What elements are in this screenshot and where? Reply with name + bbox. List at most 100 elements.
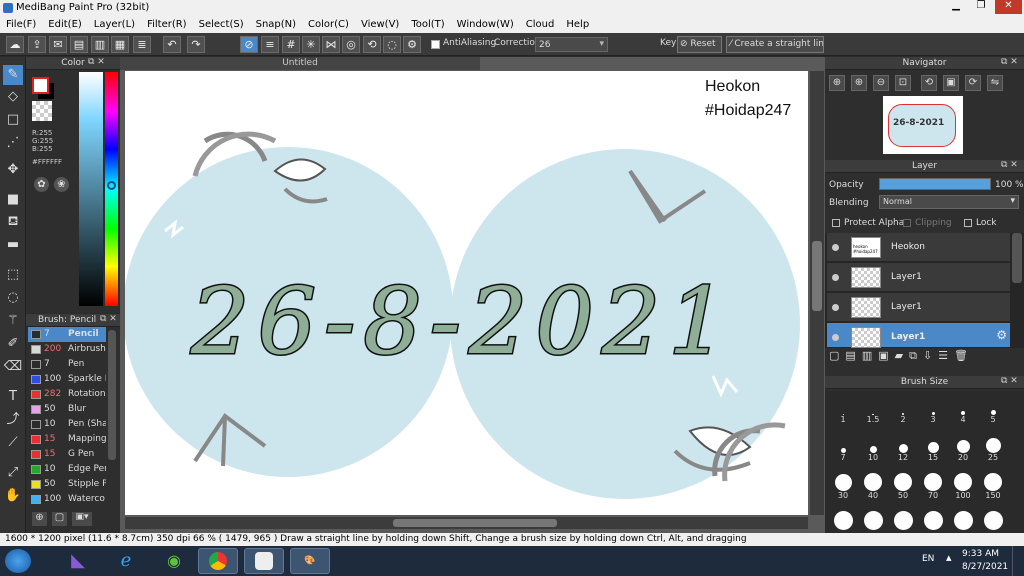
zoom-minus-icon[interactable]: ⊖: [873, 75, 889, 91]
document-tab[interactable]: Untitled: [120, 57, 480, 70]
fit-icon[interactable]: ▣: [943, 75, 959, 91]
layer-settings-icon[interactable]: ⚙: [996, 328, 1007, 342]
ellipse-snap-icon[interactable]: ◌: [383, 36, 401, 53]
brush-size-option[interactable]: 1: [829, 395, 857, 424]
vertical-scroll-thumb[interactable]: [812, 241, 822, 311]
saturation-brightness-field[interactable]: [79, 72, 103, 306]
new-file-icon[interactable]: ▤: [70, 36, 88, 53]
layer-popout-icon[interactable]: ⧉ ✕: [1001, 160, 1018, 170]
reset-button[interactable]: ⊘ Reset: [677, 36, 722, 53]
brush-size-option[interactable]: 20: [949, 433, 977, 462]
materials-icon[interactable]: ▦: [111, 36, 129, 53]
cloud-icon[interactable]: ☁: [6, 36, 24, 53]
perspective-snap-icon[interactable]: ⋈: [322, 36, 340, 53]
layer-row-selected[interactable]: Layer1 ⚙: [827, 323, 1010, 348]
move-tool-icon[interactable]: ✥: [3, 160, 23, 180]
protect-alpha-checkbox[interactable]: [832, 219, 840, 227]
navigator-popout-icon[interactable]: ⧉ ✕: [1001, 57, 1018, 67]
brush-size-option[interactable]: 10: [859, 433, 887, 462]
menu-window[interactable]: Window(W): [451, 16, 520, 33]
brush-list-item[interactable]: 7 Pencil: [28, 327, 106, 342]
radial-snap-icon[interactable]: ✳: [302, 36, 320, 53]
brush-size-popout-icon[interactable]: ⧉ ✕: [1001, 376, 1018, 386]
menu-cloud[interactable]: Cloud: [520, 16, 561, 33]
hue-slider-handle[interactable]: [107, 181, 116, 190]
brush-list-item[interactable]: 10 Edge Pen: [28, 462, 106, 477]
grid-snap-icon[interactable]: #: [282, 36, 300, 53]
brush-size-option[interactable]: 70: [919, 471, 947, 500]
bucket-tool-icon[interactable]: ⛾: [3, 212, 23, 232]
correction-select[interactable]: 26 ▾: [535, 37, 608, 52]
layer-row[interactable]: heokon #hoidap247 Heokon: [827, 233, 1010, 262]
brush-size-option[interactable]: 100: [949, 471, 977, 500]
lasso-tool-icon[interactable]: ◌: [3, 288, 23, 308]
restore-icon[interactable]: ❐: [970, 0, 992, 14]
brush-size-option[interactable]: 150: [979, 471, 1007, 500]
dot-tool-icon[interactable]: ⋰: [3, 133, 23, 153]
fill-rect-tool-icon[interactable]: ■: [3, 190, 23, 210]
blending-select[interactable]: Normal ▾: [879, 195, 1019, 209]
brush-size-option[interactable]: 30: [829, 471, 857, 500]
circle-snap-icon[interactable]: ◎: [342, 36, 360, 53]
brush-size-option[interactable]: 15: [919, 433, 947, 462]
popout-icon[interactable]: ⧉ ✕: [88, 57, 105, 67]
visual-studio-icon[interactable]: ◣: [58, 548, 98, 574]
select-eraser-tool-icon[interactable]: ⌫: [3, 357, 23, 377]
brush-size-option[interactable]: 4: [949, 395, 977, 424]
rotate-left-icon[interactable]: ⟲: [921, 75, 937, 91]
horizontal-scrollbar[interactable]: [125, 517, 808, 529]
menu-tool[interactable]: Tool(T): [405, 16, 450, 33]
shape-tool-icon[interactable]: □: [3, 110, 23, 130]
brush-list-scrollbar[interactable]: [108, 330, 116, 460]
canvas-paper[interactable]: 26-8-2021 Heokon #Hoidap247: [125, 71, 808, 515]
snap-off-icon[interactable]: ⊘: [240, 36, 258, 53]
clipping-checkbox[interactable]: [903, 219, 911, 227]
brush-size-option[interactable]: 5: [979, 395, 1007, 424]
text-tool-icon[interactable]: T: [3, 387, 23, 407]
brush-list-item[interactable]: 282 Rotation: [28, 387, 106, 402]
brush-page-icon[interactable]: ▢: [52, 512, 67, 526]
layer-properties-icon[interactable]: ☰: [938, 349, 954, 362]
trash-icon[interactable]: 🗑: [954, 349, 974, 362]
brush-size-option[interactable]: 25: [979, 433, 1007, 462]
vertical-scrollbar[interactable]: [810, 71, 824, 515]
palette-icon[interactable]: ✿: [34, 177, 49, 192]
parallel-snap-icon[interactable]: ≡: [261, 36, 279, 53]
language-indicator[interactable]: EN: [922, 554, 934, 564]
select-pen-tool-icon[interactable]: ✐: [3, 334, 23, 354]
antialias-checkbox[interactable]: [431, 40, 440, 49]
brush-list-item[interactable]: 200 Airbrush: [28, 342, 106, 357]
brush-size-option[interactable]: 3: [919, 395, 947, 424]
layer-visibility-icon[interactable]: [832, 244, 839, 251]
brush-list-item[interactable]: 50 Blur: [28, 402, 106, 417]
clock-date[interactable]: 8/27/2021: [962, 562, 1008, 572]
share-icon[interactable]: ⇪: [28, 36, 46, 53]
layer-row[interactable]: Layer1: [827, 263, 1010, 292]
brush-menu-icon[interactable]: ▣▾: [72, 512, 92, 526]
redo-icon[interactable]: ↷: [187, 36, 205, 53]
snap-settings-icon[interactable]: ⚙: [403, 36, 421, 53]
zoom-plus-icon[interactable]: ⊕: [851, 75, 867, 91]
rotate-right-icon[interactable]: ⟳: [965, 75, 981, 91]
clock-time[interactable]: 9:33 AM: [962, 549, 999, 559]
menu-help[interactable]: Help: [560, 16, 595, 33]
list-icon[interactable]: ≣: [133, 36, 151, 53]
duplicate-layer-icon[interactable]: ⧉: [909, 349, 923, 362]
layer-list-scrollbar[interactable]: [1012, 233, 1022, 283]
horizontal-scroll-thumb[interactable]: [393, 519, 557, 527]
brush-list-item[interactable]: 7 Pen: [28, 357, 106, 372]
operation-tool-icon[interactable]: ⤴: [3, 410, 23, 430]
brush-size-option[interactable]: 12: [889, 433, 917, 462]
eyedropper-tool-icon[interactable]: ⤢: [3, 463, 23, 483]
add-brush-icon[interactable]: ⊕: [32, 512, 47, 526]
straight-line-button[interactable]: ⁄ Create a straight line: [726, 36, 824, 53]
brush-list-item[interactable]: 100 Waterco: [28, 492, 106, 507]
folder-icon[interactable]: ▰: [895, 349, 909, 362]
brush-panel-popout-icon[interactable]: ⧉ ✕: [100, 314, 117, 324]
curve-snap-icon[interactable]: ⟲: [363, 36, 381, 53]
lock-checkbox[interactable]: [964, 219, 972, 227]
flip-icon[interactable]: ⇋: [987, 75, 1003, 91]
menu-file[interactable]: File(F): [0, 16, 42, 33]
brush-size-option[interactable]: 50: [889, 471, 917, 500]
actual-size-icon[interactable]: ⊡: [895, 75, 911, 91]
